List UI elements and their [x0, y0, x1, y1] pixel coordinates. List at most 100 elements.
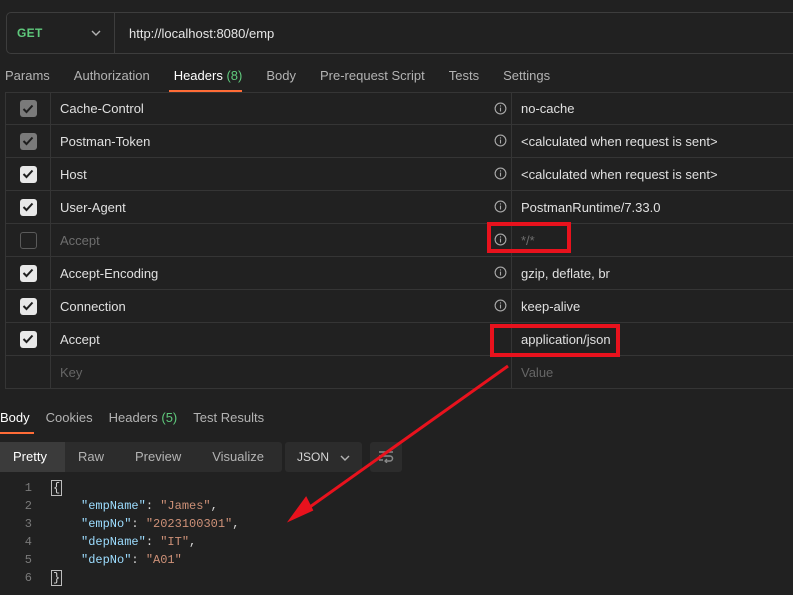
tab-label: Body: [266, 68, 296, 83]
format-label: JSON: [297, 450, 330, 464]
header-value: <calculated when request is sent>: [521, 133, 718, 149]
header-enable-checkbox[interactable]: [19, 132, 37, 150]
header-key: Accept: [60, 331, 100, 347]
json-key: "depNo": [81, 553, 132, 567]
header-enable-checkbox[interactable]: [19, 165, 37, 183]
request-tabs: Params Authorization Headers (8) Body Pr…: [0, 60, 793, 92]
header-key: Postman-Token: [60, 133, 151, 149]
info-icon[interactable]: [494, 102, 508, 116]
tab-label: Headers: [108, 410, 158, 425]
view-visualize-button[interactable]: Visualize: [199, 442, 282, 472]
json-open-brace: {: [50, 480, 63, 496]
tab-response-cookies[interactable]: Cookies: [46, 404, 97, 434]
header-key-cell[interactable]: Accept-Encoding: [51, 257, 512, 289]
header-key: Accept-Encoding: [60, 265, 159, 281]
method-select[interactable]: GET: [7, 13, 115, 53]
info-icon[interactable]: [494, 200, 508, 214]
header-enable-checkbox[interactable]: [19, 330, 37, 348]
header-key-cell[interactable]: Host: [51, 158, 512, 190]
json-close-brace: }: [50, 570, 63, 586]
header-key: Connection: [60, 298, 126, 314]
header-row: Accept */*: [6, 224, 793, 257]
header-enable-cell: [6, 224, 51, 256]
json-key: "empName": [81, 499, 146, 513]
header-key: Cache-Control: [60, 101, 144, 116]
new-header-key-input[interactable]: Key: [51, 356, 512, 388]
header-row: Postman-Token <calculated when request is…: [6, 125, 793, 158]
code-line: 2 "empName": "James",: [0, 497, 793, 515]
tab-response-body[interactable]: Body: [0, 404, 34, 434]
header-value: PostmanRuntime/7.33.0: [521, 199, 661, 215]
header-enable-checkbox[interactable]: [19, 297, 37, 315]
info-icon[interactable]: [494, 299, 508, 313]
header-key-cell[interactable]: User-Agent: [51, 191, 512, 223]
json-key: "empNo": [81, 517, 132, 531]
header-row-new: Key Value: [6, 356, 793, 389]
method-label: GET: [17, 26, 43, 40]
header-enable-cell: [6, 290, 51, 322]
header-value-cell[interactable]: gzip, deflate, br: [512, 257, 793, 289]
header-enable-checkbox[interactable]: [19, 231, 37, 249]
response-tabs: Body Cookies Headers (5) Test Results: [0, 404, 280, 434]
response-body-code[interactable]: 1 { 2 "empName": "James", 3 "empNo": "20…: [0, 479, 793, 587]
info-icon[interactable]: [494, 266, 508, 280]
header-enable-cell: [6, 191, 51, 223]
header-key-cell[interactable]: Connection: [51, 290, 512, 322]
wrap-lines-icon: [377, 449, 395, 466]
url-input[interactable]: [115, 13, 793, 53]
header-key-cell[interactable]: Postman-Token: [51, 125, 512, 157]
header-value-cell[interactable]: <calculated when request is sent>: [512, 158, 793, 190]
info-icon[interactable]: [494, 134, 508, 148]
header-enable-checkbox[interactable]: [19, 100, 37, 117]
view-raw-button[interactable]: Raw: [65, 442, 122, 472]
tab-params[interactable]: Params: [0, 60, 50, 92]
line-number: 3: [24, 517, 32, 531]
format-select[interactable]: JSON: [285, 442, 362, 472]
header-enable-cell: [6, 323, 51, 355]
tab-pre-request-script[interactable]: Pre-request Script: [315, 60, 425, 92]
header-key-cell[interactable]: Cache-Control: [51, 93, 512, 124]
header-enable-cell: [6, 93, 51, 124]
tab-body[interactable]: Body: [261, 60, 296, 92]
header-row: Cache-Control no-cache: [6, 92, 793, 125]
code-line: 6 }: [0, 569, 793, 587]
tab-settings[interactable]: Settings: [498, 60, 550, 92]
chevron-down-icon: [90, 27, 102, 39]
header-row: Accept-Encoding gzip, deflate, br: [6, 257, 793, 290]
header-value-cell[interactable]: no-cache: [512, 93, 793, 124]
line-number: 2: [24, 499, 32, 513]
header-value-cell[interactable]: <calculated when request is sent>: [512, 125, 793, 157]
tab-label: Tests: [448, 68, 480, 83]
request-url-bar: GET: [6, 12, 793, 54]
tab-tests[interactable]: Tests: [444, 60, 479, 92]
line-number: 1: [24, 481, 32, 495]
tab-headers[interactable]: Headers (8): [168, 60, 242, 92]
header-enable-checkbox[interactable]: [19, 198, 37, 216]
info-icon[interactable]: [494, 167, 508, 181]
tab-authorization[interactable]: Authorization: [69, 60, 150, 92]
tab-label: Test Results: [193, 410, 265, 425]
new-header-value-input[interactable]: Value: [512, 356, 793, 388]
header-enable-checkbox[interactable]: [19, 264, 37, 282]
view-mode-toolbar: Pretty Raw Preview Visualize: [0, 442, 283, 472]
json-sep: ,: [232, 517, 240, 531]
code-line: 1 {: [0, 479, 793, 497]
header-key: Host: [60, 166, 87, 182]
header-value-cell[interactable]: keep-alive: [512, 290, 793, 322]
wrap-lines-button[interactable]: [370, 442, 402, 472]
chevron-down-icon: [340, 450, 350, 464]
header-key-cell[interactable]: Accept: [51, 224, 512, 256]
json-value: "A01": [145, 553, 182, 567]
header-value-cell[interactable]: PostmanRuntime/7.33.0: [512, 191, 793, 223]
line-number: 5: [24, 553, 32, 567]
highlight-box-accept-json: [490, 324, 620, 357]
tab-test-results[interactable]: Test Results: [193, 404, 268, 434]
code-line: 3 "empNo": "2023100301",: [0, 515, 793, 533]
json-key: "depName": [81, 535, 146, 549]
header-key-cell[interactable]: Accept: [51, 323, 512, 355]
view-pretty-button[interactable]: Pretty: [0, 442, 65, 472]
tab-response-headers[interactable]: Headers (5): [109, 404, 182, 434]
json-sep: ,: [210, 499, 218, 513]
key-placeholder: Key: [60, 364, 83, 380]
view-preview-button[interactable]: Preview: [122, 442, 199, 472]
